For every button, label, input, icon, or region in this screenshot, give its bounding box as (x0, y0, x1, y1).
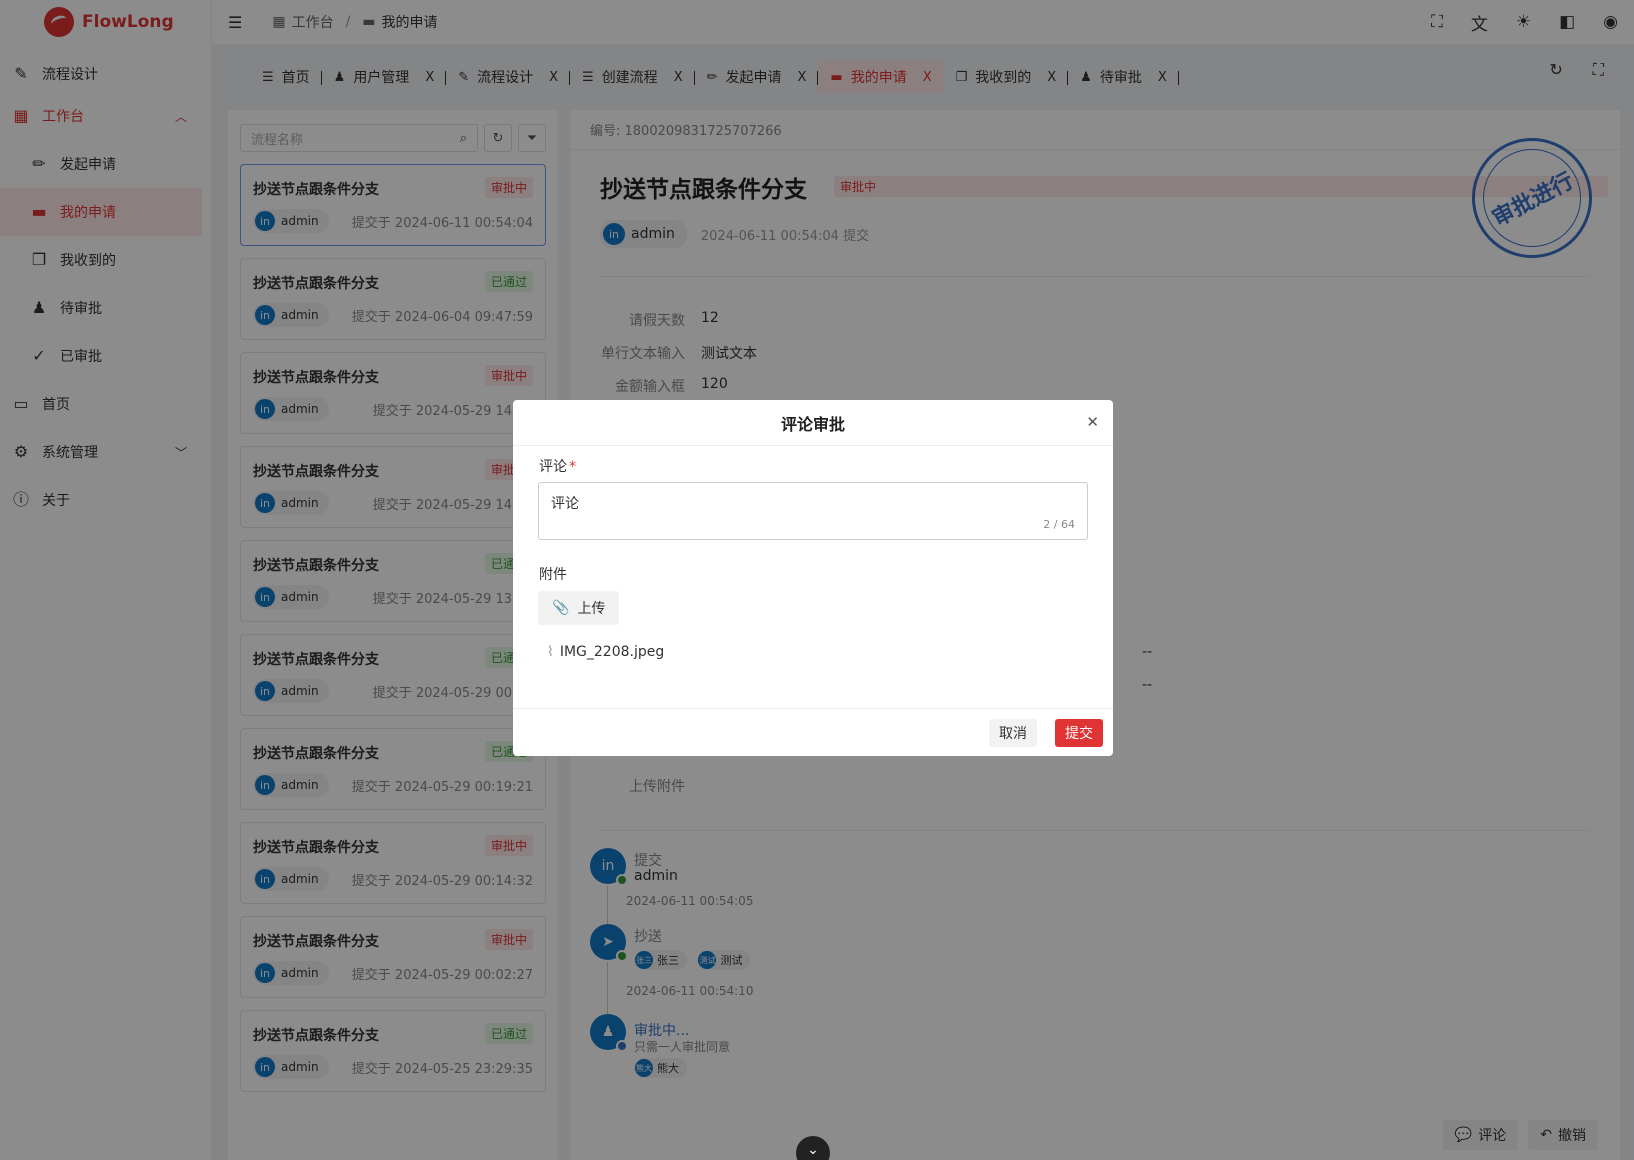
file-name: IMG_2208.jpeg (559, 644, 665, 660)
paperclip-icon: ⌇ (547, 644, 554, 660)
comment-dialog: 评论审批 ✕ 评论 * 评论 2 / 64 附件 📎 上传 ⌇ IMG_2208.… (513, 400, 1113, 756)
char-count: 2 / 64 (1043, 518, 1075, 531)
dialog-header: 评论审批 ✕ (513, 400, 1113, 446)
upload-button[interactable]: 📎 上传 (538, 591, 620, 625)
close-icon[interactable]: ✕ (1086, 413, 1099, 431)
button-label: 上传 (577, 601, 606, 617)
comment-label: 评论 * (539, 459, 576, 475)
required-mark: * (569, 459, 576, 475)
dialog-footer: 取消 提交 (513, 708, 1113, 756)
attachment-file[interactable]: ⌇ IMG_2208.jpeg (547, 644, 664, 660)
submit-button[interactable]: 提交 (1055, 719, 1103, 747)
comment-value: 评论 (551, 496, 579, 512)
comment-textarea[interactable]: 评论 2 / 64 (538, 482, 1088, 540)
cancel-button[interactable]: 取消 (989, 719, 1037, 747)
attachment-label: 附件 (539, 567, 567, 583)
dialog-title: 评论审批 (780, 414, 845, 434)
paperclip-icon: 📎 (552, 600, 570, 616)
